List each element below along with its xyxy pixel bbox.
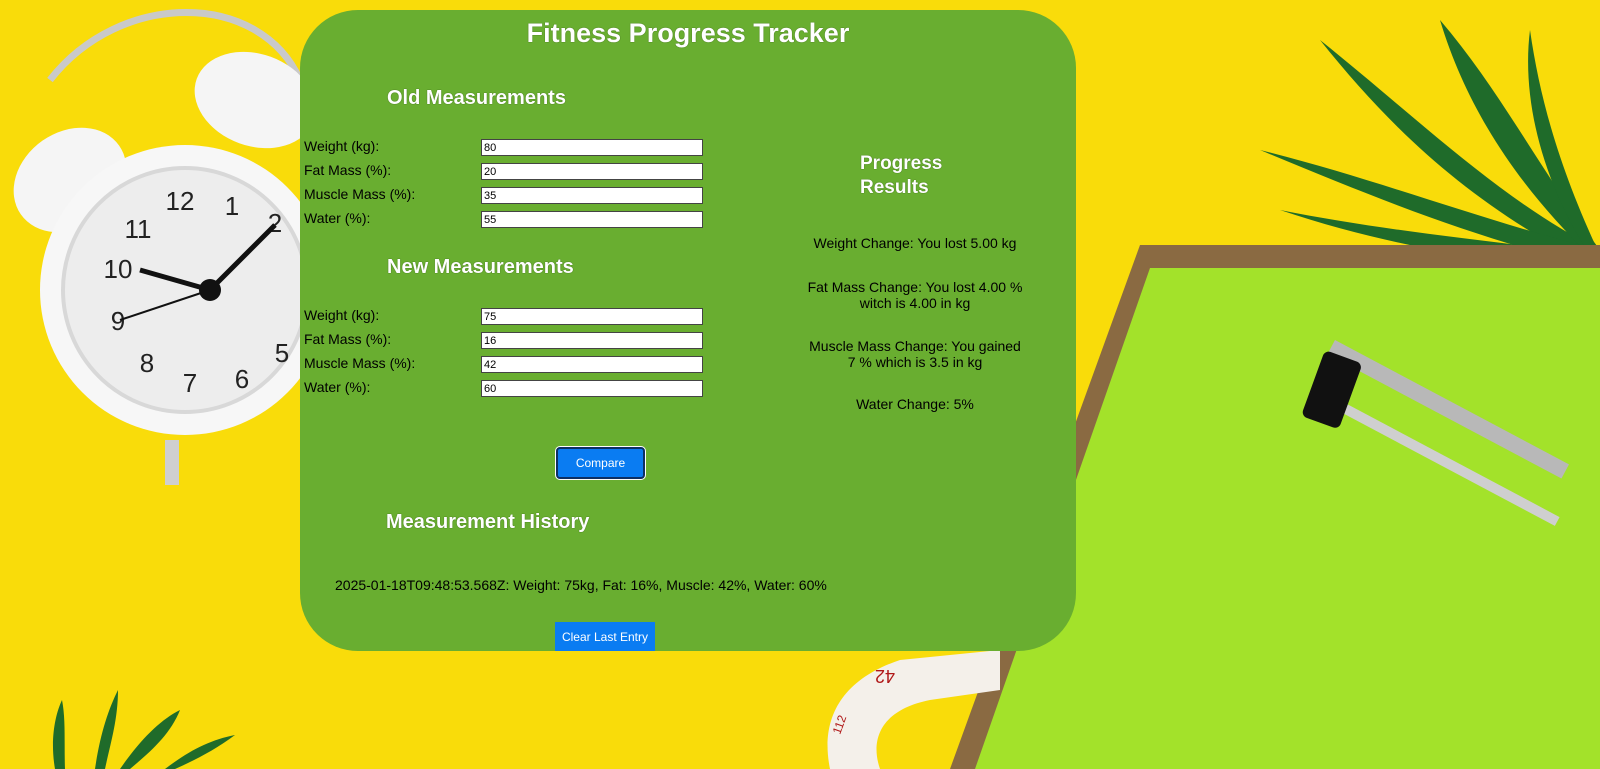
- palm-leaf-icon: [52, 690, 235, 769]
- old-fat-mass-label: Fat Mass (%):: [304, 162, 392, 178]
- old-weight-label: Weight (kg):: [304, 138, 380, 154]
- clear-last-entry-button[interactable]: Clear Last Entry: [555, 622, 655, 651]
- svg-text:5: 5: [275, 338, 289, 368]
- old-weight-input[interactable]: [481, 139, 703, 156]
- svg-text:9: 9: [111, 306, 125, 336]
- new-fat-mass-label: Fat Mass (%):: [304, 331, 392, 347]
- svg-text:6: 6: [235, 364, 249, 394]
- new-fat-mass-input[interactable]: [481, 332, 703, 349]
- old-water-label: Water (%):: [304, 210, 371, 226]
- new-water-label: Water (%):: [304, 379, 371, 395]
- page-title: Fitness Progress Tracker: [526, 18, 850, 48]
- weight-change-result: Weight Change: You lost 5.00 kg: [813, 235, 1017, 251]
- water-change-result: Water Change: 5%: [856, 396, 974, 412]
- fat-mass-change-result: Fat Mass Change: You lost 4.00 % witch i…: [807, 279, 1023, 311]
- tracker-panel: Fitness Progress Tracker Old Measurement…: [300, 10, 1076, 651]
- old-muscle-mass-input[interactable]: [481, 187, 703, 204]
- old-water-input[interactable]: [481, 211, 703, 228]
- svg-text:12: 12: [166, 186, 195, 216]
- old-measurements-heading: Old Measurements: [387, 87, 566, 109]
- alarm-clock-icon: 12 1 2 10 9 8 7 6 5 11: [13, 9, 330, 485]
- new-water-input[interactable]: [481, 380, 703, 397]
- svg-text:11: 11: [125, 214, 152, 244]
- svg-text:8: 8: [140, 348, 154, 378]
- new-weight-input[interactable]: [481, 308, 703, 325]
- muscle-mass-change-result: Muscle Mass Change: You gained 7 % which…: [809, 338, 1021, 370]
- svg-text:7: 7: [183, 368, 197, 398]
- compare-button[interactable]: Compare: [556, 447, 645, 479]
- progress-results-heading: Progress Results: [860, 153, 943, 198]
- svg-text:42: 42: [875, 666, 895, 686]
- new-weight-label: Weight (kg):: [304, 307, 380, 323]
- old-fat-mass-input[interactable]: [481, 163, 703, 180]
- new-measurements-heading: New Measurements: [387, 256, 574, 278]
- history-entry: 2025-01-18T09:48:53.568Z: Weight: 75kg, …: [335, 577, 827, 593]
- new-muscle-mass-label: Muscle Mass (%):: [304, 355, 416, 371]
- svg-text:1: 1: [225, 191, 239, 221]
- measurement-history-heading: Measurement History: [386, 511, 590, 533]
- old-muscle-mass-label: Muscle Mass (%):: [304, 186, 416, 202]
- new-muscle-mass-input[interactable]: [481, 356, 703, 373]
- svg-text:10: 10: [104, 254, 133, 284]
